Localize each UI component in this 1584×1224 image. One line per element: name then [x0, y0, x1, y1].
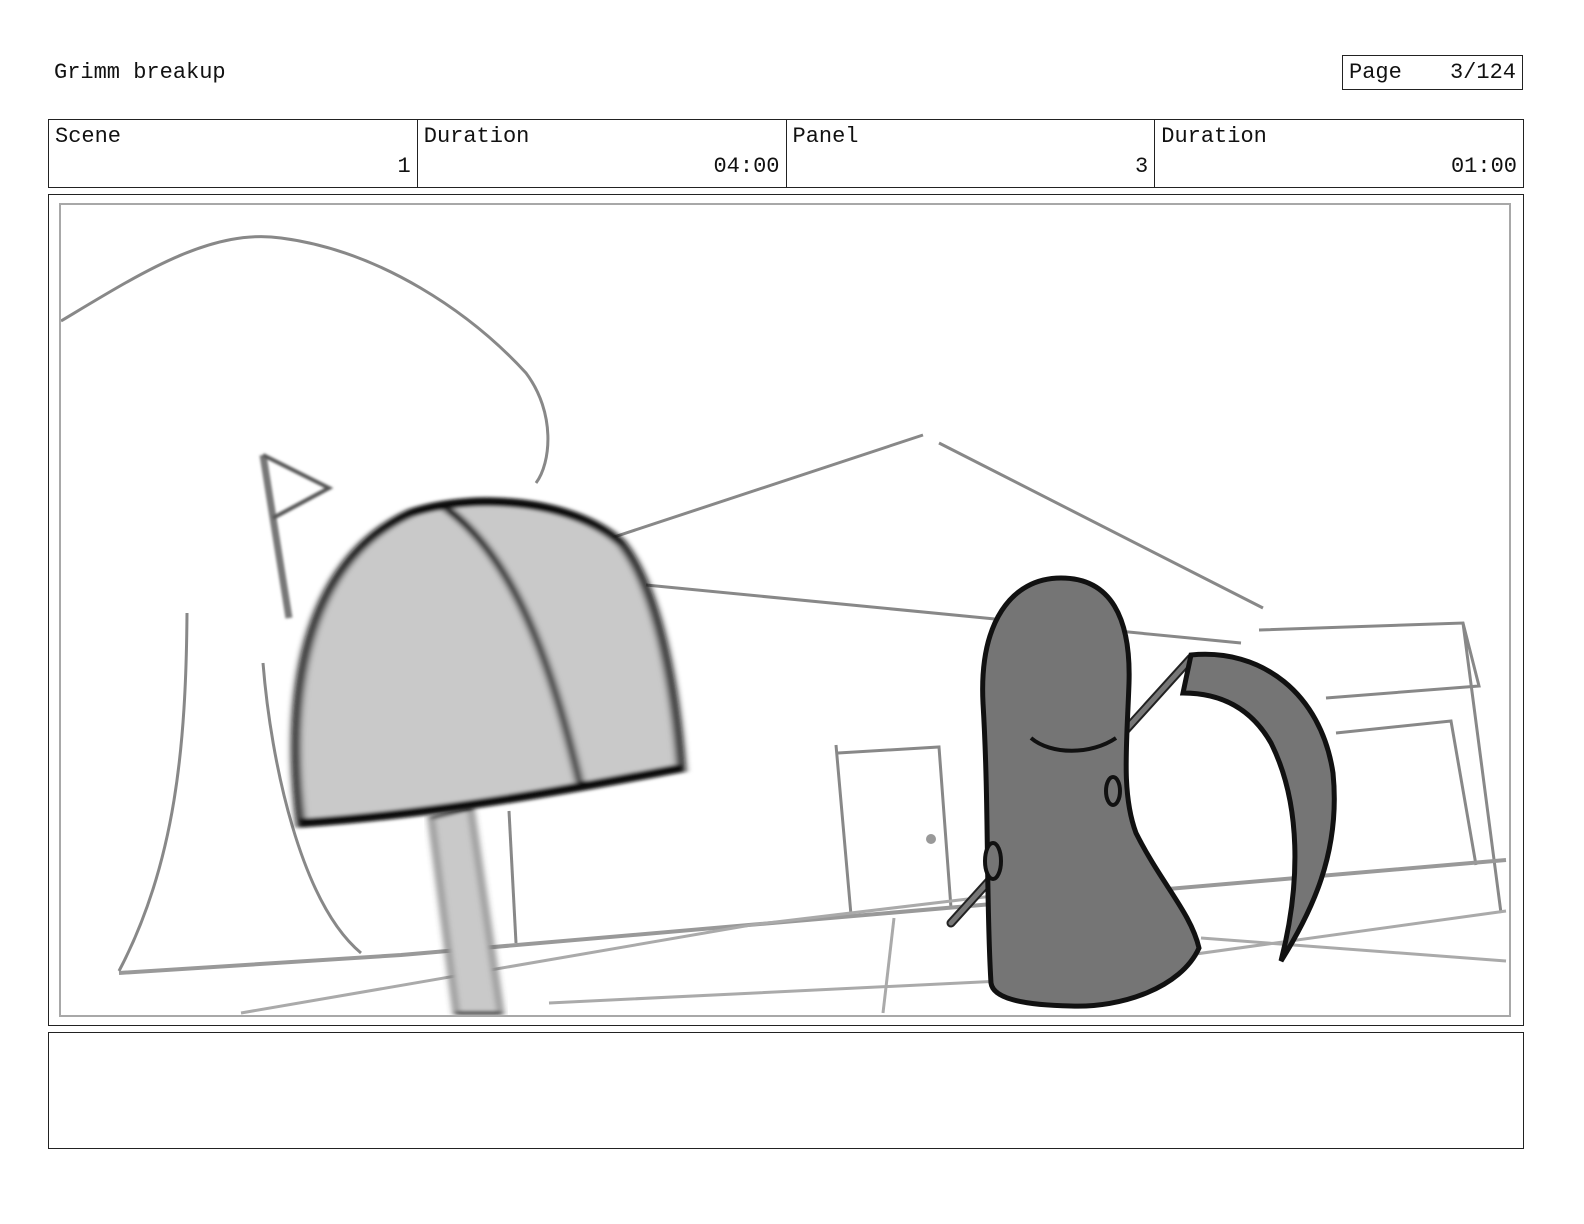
panel-value: 3	[1135, 154, 1149, 179]
tree-trunk	[117, 612, 189, 972]
page-number: 3/124	[1449, 60, 1516, 85]
storyboard-panel-frame	[48, 194, 1524, 1026]
scene-duration-value: 04:00	[713, 154, 780, 179]
house-roof-right	[938, 441, 1264, 610]
scene-label: Scene	[55, 124, 122, 149]
scene-cell: Scene 1	[49, 120, 418, 187]
page-label: Page	[1349, 60, 1402, 85]
house-wall-left	[507, 810, 518, 944]
scene-duration-cell: Duration 04:00	[418, 120, 787, 187]
page-indicator: Page 3/124	[1342, 55, 1523, 90]
tree-canopy	[61, 235, 550, 484]
shot-info-row: Scene 1 Duration 04:00 Panel 3 Duration …	[48, 119, 1524, 188]
panel-notes-box	[48, 1032, 1524, 1149]
mailbox-body	[291, 497, 686, 828]
sketch-illustration	[61, 235, 1507, 1015]
ground-line-4	[1200, 936, 1507, 963]
house-roof-left	[610, 433, 924, 540]
driveway-line	[881, 917, 896, 1014]
scene-value: 1	[397, 154, 411, 179]
mailbox-post	[428, 805, 504, 1015]
door-knob	[926, 834, 936, 844]
panel-label: Panel	[792, 124, 859, 149]
storyboard-title: Grimm breakup	[54, 60, 226, 85]
panel-artwork	[59, 203, 1511, 1017]
panel-cell: Panel 3	[787, 120, 1156, 187]
mailbox-flag	[259, 453, 334, 619]
scene-duration-label: Duration	[423, 124, 530, 149]
panel-duration-cell: Duration 01:00	[1155, 120, 1523, 187]
house-door	[834, 744, 953, 916]
house-eave	[645, 583, 1242, 645]
panel-duration-value: 01:00	[1450, 154, 1517, 179]
panel-duration-label: Duration	[1161, 124, 1267, 149]
grim-reaper	[980, 575, 1202, 1009]
